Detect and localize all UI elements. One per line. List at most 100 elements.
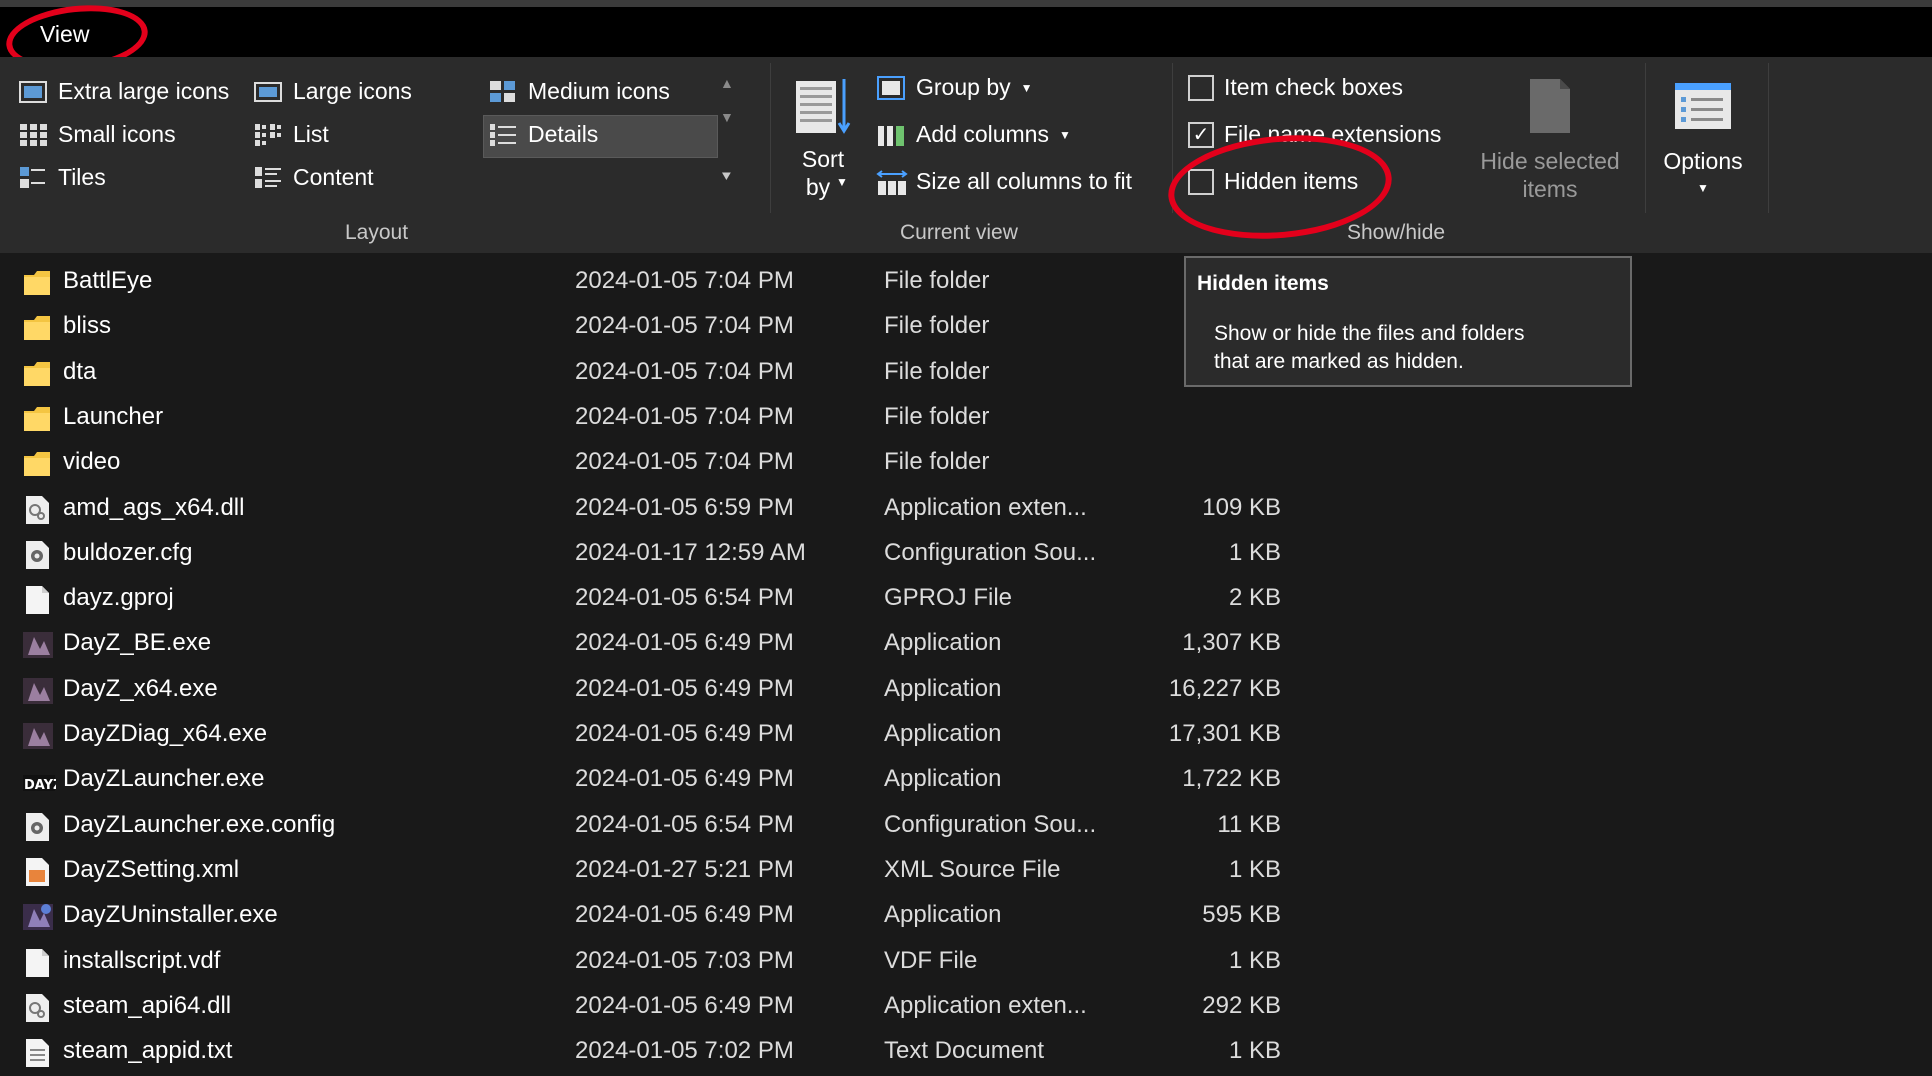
file-type: Application bbox=[884, 720, 1002, 747]
file-date-modified: 2024-01-05 6:49 PM bbox=[575, 991, 794, 1019]
ribbon-separator bbox=[770, 63, 771, 213]
file-row[interactable]: DayZ_x64.exe 2024-01-05 6:49 PM Applicatio… bbox=[0, 667, 1932, 712]
layout-small-icons[interactable]: Small icons bbox=[18, 121, 176, 148]
file-date-modified: 2024-01-05 7:04 PM bbox=[575, 402, 794, 430]
file-type: Application bbox=[884, 629, 1002, 657]
file-type: Application bbox=[884, 765, 1002, 793]
folder-icon bbox=[22, 312, 52, 344]
file-type: Text Document bbox=[884, 1037, 1045, 1065]
folder-icon bbox=[22, 403, 52, 435]
layout-content[interactable]: Content bbox=[253, 164, 374, 191]
file-size: 11 KB bbox=[1217, 810, 1281, 838]
layout-list[interactable]: List bbox=[253, 121, 329, 148]
file-row[interactable]: installscript.vdf 2024-01-05 7:03 PM VDF F… bbox=[0, 939, 1932, 984]
content-icon bbox=[253, 165, 283, 191]
layout-content-label: Content bbox=[293, 164, 374, 190]
file-row[interactable]: buldozer.cfg 2024-01-17 12:59 AM Configura… bbox=[0, 531, 1932, 576]
folder-icon bbox=[22, 358, 52, 390]
file-row[interactable]: DAYZ DayZLauncher.exe 2024-01-05 6:49 PM Ap… bbox=[0, 757, 1932, 802]
layout-large-icons[interactable]: Large icons bbox=[253, 78, 412, 105]
add-columns-button[interactable]: Add columns ▼ bbox=[876, 121, 1071, 148]
hidden-items-label: Hidden items bbox=[1224, 168, 1359, 194]
hidden-items-toggle[interactable]: Hidden items bbox=[1188, 168, 1358, 195]
file-row[interactable]: bliss 2024-01-05 7:04 PM File folder bbox=[0, 304, 1932, 349]
options-chevron-down-icon: ▼ bbox=[1697, 181, 1709, 195]
file-date-modified: 2024-01-05 7:02 PM bbox=[575, 1037, 794, 1065]
file-row[interactable]: BattlEye 2024-01-05 7:04 PM File folder bbox=[0, 259, 1932, 304]
file-date-modified: 2024-01-05 7:04 PM bbox=[575, 448, 794, 476]
hidden-items-checkbox[interactable] bbox=[1188, 168, 1214, 195]
file-size: 595 KB bbox=[1202, 901, 1281, 929]
file-row[interactable]: DayZDiag_x64.exe 2024-01-05 6:49 PM Applic… bbox=[0, 712, 1932, 757]
file-type: Application exten... bbox=[884, 991, 1087, 1019]
file-date-modified: 2024-01-05 6:49 PM bbox=[575, 720, 794, 747]
file-row[interactable]: DayZUninstaller.exe 2024-01-05 6:49 PM App… bbox=[0, 893, 1932, 938]
file-name: DayZUninstaller.exe bbox=[63, 901, 278, 929]
layout-details[interactable]: Details bbox=[488, 121, 598, 148]
file-row[interactable]: DayZ_BE.exe 2024-01-05 6:49 PM Application… bbox=[0, 621, 1932, 666]
xml-icon bbox=[22, 856, 52, 888]
add-columns-chevron-down-icon: ▼ bbox=[1058, 127, 1071, 142]
ribbon-tab-bar: View bbox=[0, 7, 1932, 57]
file-row[interactable]: dayz.gproj 2024-01-05 6:54 PM GPROJ File 2 … bbox=[0, 576, 1932, 621]
file-row[interactable]: DayZSetting.xml 2024-01-27 5:21 PM XML Sou… bbox=[0, 848, 1932, 893]
svg-text:DAYZ: DAYZ bbox=[24, 778, 56, 793]
tiles-icon bbox=[18, 165, 48, 191]
layout-scroll-up-icon[interactable]: ▲ bbox=[720, 75, 734, 91]
item-check-boxes-checkbox[interactable] bbox=[1188, 74, 1214, 101]
file-name-extensions-checkbox[interactable]: ✓ bbox=[1188, 121, 1214, 148]
file-name-extensions-toggle[interactable]: ✓ File name extensions bbox=[1188, 121, 1441, 148]
layout-tiles[interactable]: Tiles bbox=[18, 164, 106, 191]
file-size: 109 KB bbox=[1202, 493, 1281, 521]
file-row[interactable]: steam_api64.dll 2024-01-05 6:49 PM Applica… bbox=[0, 984, 1932, 1029]
group-by-button[interactable]: Group by ▼ bbox=[876, 74, 1033, 101]
layout-extra-large-icons[interactable]: Extra large icons bbox=[18, 78, 229, 105]
config-icon bbox=[22, 539, 52, 571]
large-icons-icon bbox=[253, 79, 283, 105]
group-by-label: Group by bbox=[916, 74, 1011, 100]
options-icon bbox=[1673, 81, 1733, 136]
file-type: GPROJ File bbox=[884, 584, 1013, 612]
file-row[interactable]: Launcher 2024-01-05 7:04 PM File folder bbox=[0, 395, 1932, 440]
file-type: Configuration Sou... bbox=[884, 538, 1097, 566]
sort-by-icon bbox=[794, 75, 854, 142]
layout-large-icons-label: Large icons bbox=[293, 78, 412, 104]
item-check-boxes-toggle[interactable]: Item check boxes bbox=[1188, 74, 1403, 101]
file-size: 292 KB bbox=[1202, 991, 1281, 1019]
file-date-modified: 2024-01-05 7:03 PM bbox=[575, 946, 794, 974]
file-name: DayZDiag_x64.exe bbox=[63, 720, 268, 747]
file-name: DayZLauncher.exe.config bbox=[63, 810, 336, 838]
layout-details-label: Details bbox=[528, 121, 599, 147]
size-columns-icon bbox=[876, 169, 908, 195]
file-type: XML Source File bbox=[884, 855, 1061, 883]
layout-medium-icons-label: Medium icons bbox=[528, 78, 670, 104]
dayz-app-icon bbox=[22, 629, 53, 661]
file-row[interactable]: amd_ags_x64.dll 2024-01-05 6:59 PM Applica… bbox=[0, 486, 1932, 531]
layout-tiles-label: Tiles bbox=[58, 164, 106, 190]
file-row[interactable]: dta 2024-01-05 7:04 PM File folder bbox=[0, 350, 1932, 395]
layout-scroll-down-icon[interactable]: ▼ bbox=[720, 109, 734, 125]
file-row[interactable]: DayZLauncher.exe.config 2024-01-05 6:54 P… bbox=[0, 803, 1932, 848]
dll-icon bbox=[22, 494, 52, 526]
layout-small-icons-label: Small icons bbox=[58, 121, 176, 147]
layout-expand-icon[interactable]: ⯆ bbox=[720, 169, 733, 187]
file-date-modified: 2024-01-05 7:04 PM bbox=[575, 357, 794, 385]
options-button[interactable]: Options ▼ bbox=[1650, 75, 1756, 215]
tab-view[interactable]: View bbox=[40, 21, 89, 48]
file-name: DayZ_BE.exe bbox=[63, 629, 212, 657]
details-icon bbox=[488, 122, 518, 148]
layout-medium-icons[interactable]: Medium icons bbox=[488, 78, 670, 105]
sort-by-button[interactable]: Sort by ▼ bbox=[790, 75, 856, 215]
file-row[interactable]: steam_appid.txt 2024-01-05 7:02 PM Text Do… bbox=[0, 1029, 1932, 1074]
file-name: DayZSetting.xml bbox=[63, 855, 240, 883]
list-icon bbox=[253, 122, 283, 148]
hide-selected-items-button[interactable]: Hide selected items bbox=[1470, 75, 1630, 215]
size-all-columns-button[interactable]: Size all columns to fit bbox=[876, 168, 1132, 195]
file-name: DayZ_x64.exe bbox=[63, 674, 218, 702]
file-name: buldozer.cfg bbox=[63, 538, 193, 566]
folder-icon bbox=[22, 448, 52, 480]
text-file-icon bbox=[22, 1037, 52, 1069]
file-row[interactable]: video 2024-01-05 7:04 PM File folder bbox=[0, 440, 1932, 485]
file-type: Application bbox=[884, 901, 1002, 929]
current-view-group-label: Current view bbox=[900, 221, 1018, 244]
